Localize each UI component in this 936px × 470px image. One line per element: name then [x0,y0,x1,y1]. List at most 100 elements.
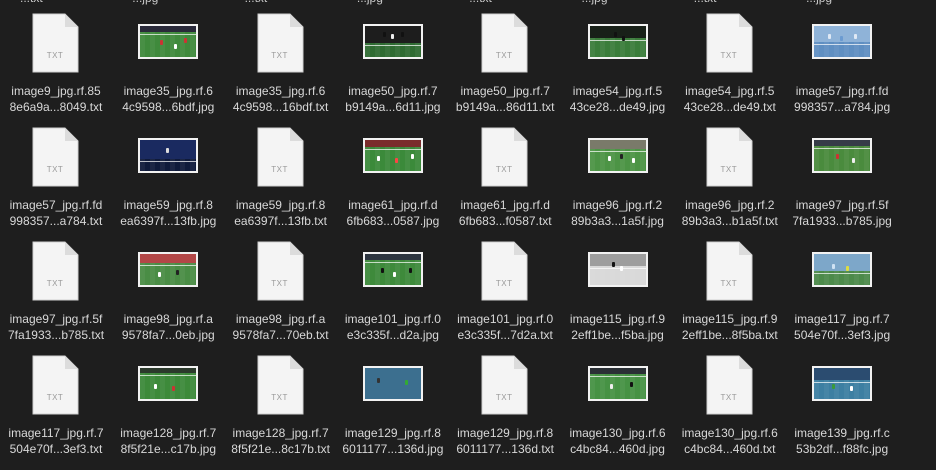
file-icon-area[interactable] [337,12,449,78]
partial-filename[interactable]: ...txt [245,0,268,5]
file-icon-area[interactable] [112,12,224,78]
jpg-file-item[interactable]: image98_jpg.rf.a 9578fa7...0eb.jpg [112,240,224,354]
file-name[interactable]: image50_jpg.rf.7 b9149a...86d11.txt [445,83,565,115]
txt-file-item[interactable]: TXT image59_jpg.rf.8 ea6397f...13fb.txt [225,126,337,240]
jpg-file-item[interactable]: image35_jpg.rf.6 4c9598...6bdf.jpg [112,12,224,126]
jpg-file-item[interactable]: image50_jpg.rf.7 b9149a...6d11.jpg [337,12,449,126]
file-name[interactable]: image115_jpg.rf.9 2eff1be...8f5ba.txt [670,311,790,343]
file-icon-area[interactable] [786,354,898,420]
file-name[interactable]: image59_jpg.rf.8 ea6397f...13fb.jpg [108,197,228,229]
file-icon-area[interactable]: TXT [225,240,337,306]
file-icon-area[interactable]: TXT [674,354,786,420]
file-icon-area[interactable]: TXT [449,12,561,78]
file-name[interactable]: image54_jpg.rf.5 43ce28...de49.jpg [558,83,678,115]
txt-file-item[interactable]: TXT image97_jpg.rf.5f 7fa1933...b785.txt [0,240,112,354]
file-icon-area[interactable] [112,126,224,192]
jpg-file-item[interactable]: image96_jpg.rf.2 89b3a3...1a5f.jpg [562,126,674,240]
file-name[interactable]: image50_jpg.rf.7 b9149a...6d11.jpg [333,83,453,115]
partial-filename[interactable]: ...jpg [357,0,383,5]
file-name[interactable]: image9_jpg.rf.85 8e6a9a...8049.txt [0,83,116,115]
txt-file-item[interactable]: TXT image101_jpg.rf.0 e3c335f...7d2a.txt [449,240,561,354]
jpg-file-item[interactable]: image57_jpg.rf.fd 998357...a784.jpg [786,12,898,126]
jpg-file-item[interactable]: image97_jpg.rf.5f 7fa1933...b785.jpg [786,126,898,240]
jpg-file-item[interactable]: image101_jpg.rf.0 e3c335f...d2a.jpg [337,240,449,354]
file-name[interactable]: image54_jpg.rf.5 43ce28...de49.txt [670,83,790,115]
file-icon-area[interactable]: TXT [225,354,337,420]
file-icon-area[interactable] [337,354,449,420]
txt-file-item[interactable]: TXT image9_jpg.rf.85 8e6a9a...8049.txt [0,12,112,126]
file-name[interactable]: image57_jpg.rf.fd 998357...a784.jpg [782,83,902,115]
file-name[interactable]: image115_jpg.rf.9 2eff1be...f5ba.jpg [558,311,678,343]
partial-filename[interactable]: ...jpg [582,0,608,5]
file-icon-area[interactable] [562,240,674,306]
file-name[interactable]: image59_jpg.rf.8 ea6397f...13fb.txt [221,197,341,229]
txt-file-item[interactable]: TXT image129_jpg.rf.8 6011177...136d.txt [449,354,561,468]
file-icon-area[interactable]: TXT [449,354,561,420]
file-name[interactable]: image129_jpg.rf.8 6011177...136d.jpg [333,425,453,457]
file-name[interactable]: image97_jpg.rf.5f 7fa1933...b785.jpg [782,197,902,229]
file-name[interactable]: image61_jpg.rf.d 6fb683...0587.jpg [333,197,453,229]
file-icon-area[interactable]: TXT [449,240,561,306]
txt-file-item[interactable]: TXT image61_jpg.rf.d 6fb683...f0587.txt [449,126,561,240]
file-icon-area[interactable] [112,240,224,306]
jpg-file-item[interactable]: image59_jpg.rf.8 ea6397f...13fb.jpg [112,126,224,240]
txt-file-item[interactable]: TXT image98_jpg.rf.a 9578fa7...70eb.txt [225,240,337,354]
file-icon-area[interactable]: TXT [449,126,561,192]
file-icon-area[interactable]: TXT [0,12,112,78]
file-icon-area[interactable] [562,354,674,420]
jpg-file-item[interactable]: image130_jpg.rf.6 c4bc84...460d.jpg [562,354,674,468]
file-icon-area[interactable] [337,240,449,306]
partial-filename[interactable]: ...txt [694,0,717,5]
file-name[interactable]: image98_jpg.rf.a 9578fa7...70eb.txt [221,311,341,343]
partial-filename[interactable]: ...txt [20,0,43,5]
jpg-file-item[interactable]: image115_jpg.rf.9 2eff1be...f5ba.jpg [562,240,674,354]
file-name[interactable]: image101_jpg.rf.0 e3c335f...d2a.jpg [333,311,453,343]
jpg-file-item[interactable]: image117_jpg.rf.7 504e70f...3ef3.jpg [786,240,898,354]
file-name[interactable]: image130_jpg.rf.6 c4bc84...460d.jpg [558,425,678,457]
file-name[interactable]: image35_jpg.rf.6 4c9598...16bdf.txt [221,83,341,115]
file-name[interactable]: image128_jpg.rf.7 8f5f21e...c17b.jpg [108,425,228,457]
file-name[interactable]: image96_jpg.rf.2 89b3a3...1a5f.jpg [558,197,678,229]
file-icon-area[interactable]: TXT [225,12,337,78]
file-name[interactable]: image117_jpg.rf.7 504e70f...3ef3.txt [0,425,116,457]
file-icon-area[interactable]: TXT [0,126,112,192]
partial-filename[interactable]: ...jpg [806,0,832,5]
file-name[interactable]: image129_jpg.rf.8 6011177...136d.txt [445,425,565,457]
file-name[interactable]: image128_jpg.rf.7 8f5f21e...8c17b.txt [221,425,341,457]
file-name[interactable]: image139_jpg.rf.c 53b2df...f88fc.jpg [782,425,902,457]
txt-file-item[interactable]: TXT image115_jpg.rf.9 2eff1be...8f5ba.txt [674,240,786,354]
file-icon-area[interactable] [786,126,898,192]
file-name[interactable]: image97_jpg.rf.5f 7fa1933...b785.txt [0,311,116,343]
file-icon-area[interactable] [337,126,449,192]
file-name[interactable]: image61_jpg.rf.d 6fb683...f0587.txt [445,197,565,229]
file-icon-area[interactable]: TXT [674,126,786,192]
jpg-file-item[interactable]: image129_jpg.rf.8 6011177...136d.jpg [337,354,449,468]
file-name[interactable]: image117_jpg.rf.7 504e70f...3ef3.jpg [782,311,902,343]
txt-file-item[interactable]: TXT image130_jpg.rf.6 c4bc84...460d.txt [674,354,786,468]
file-name[interactable]: image35_jpg.rf.6 4c9598...6bdf.jpg [108,83,228,115]
file-name[interactable]: image101_jpg.rf.0 e3c335f...7d2a.txt [445,311,565,343]
txt-file-item[interactable]: TXT image35_jpg.rf.6 4c9598...16bdf.txt [225,12,337,126]
file-icon-area[interactable] [112,354,224,420]
txt-file-item[interactable]: TXT image57_jpg.rf.fd 998357...a784.txt [0,126,112,240]
file-icon-area[interactable]: TXT [674,12,786,78]
jpg-file-item[interactable]: image139_jpg.rf.c 53b2df...f88fc.jpg [786,354,898,468]
file-name[interactable]: image98_jpg.rf.a 9578fa7...0eb.jpg [108,311,228,343]
jpg-file-item[interactable]: image61_jpg.rf.d 6fb683...0587.jpg [337,126,449,240]
txt-file-item[interactable]: TXT image54_jpg.rf.5 43ce28...de49.txt [674,12,786,126]
jpg-file-item[interactable]: image54_jpg.rf.5 43ce28...de49.jpg [562,12,674,126]
file-icon-area[interactable]: TXT [0,240,112,306]
jpg-file-item[interactable]: image128_jpg.rf.7 8f5f21e...c17b.jpg [112,354,224,468]
file-name[interactable]: image96_jpg.rf.2 89b3a3...b1a5f.txt [670,197,790,229]
file-icon-area[interactable]: TXT [674,240,786,306]
file-icon-area[interactable]: TXT [225,126,337,192]
file-name[interactable]: image130_jpg.rf.6 c4bc84...460d.txt [670,425,790,457]
txt-file-item[interactable]: TXT image96_jpg.rf.2 89b3a3...b1a5f.txt [674,126,786,240]
txt-file-item[interactable]: TXT image128_jpg.rf.7 8f5f21e...8c17b.txt [225,354,337,468]
file-icon-area[interactable] [562,12,674,78]
txt-file-item[interactable]: TXT image117_jpg.rf.7 504e70f...3ef3.txt [0,354,112,468]
txt-file-item[interactable]: TXT image50_jpg.rf.7 b9149a...86d11.txt [449,12,561,126]
file-icon-area[interactable]: TXT [0,354,112,420]
file-icon-area[interactable] [562,126,674,192]
partial-filename[interactable]: ...jpg [132,0,158,5]
